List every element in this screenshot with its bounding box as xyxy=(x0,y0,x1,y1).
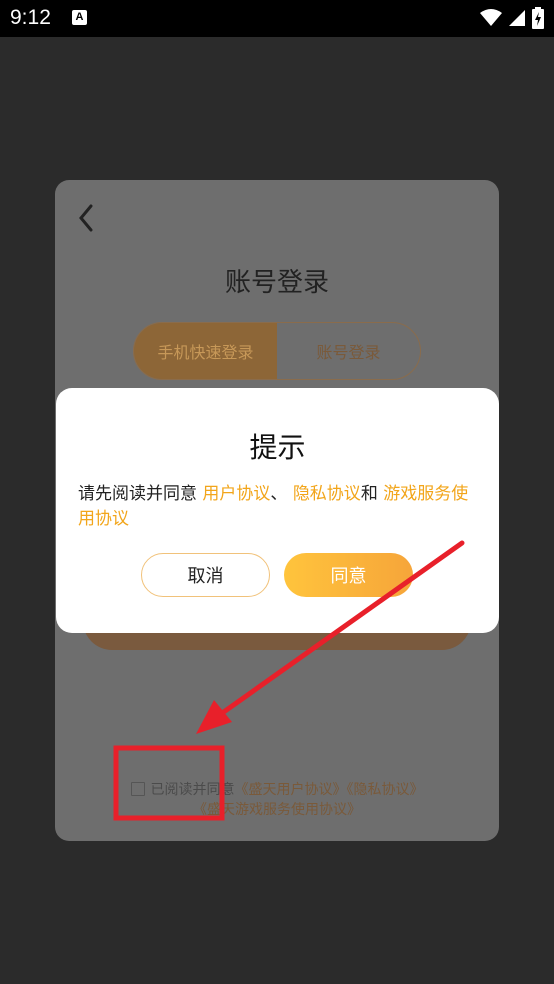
tab-phone-quick-login[interactable]: 手机快速登录 xyxy=(134,323,277,379)
dialog-link-privacy[interactable]: 隐私协议 xyxy=(293,484,361,504)
cancel-button[interactable]: 取消 xyxy=(141,553,270,597)
login-title: 账号登录 xyxy=(224,268,329,298)
dialog-sep-2: 和 xyxy=(360,484,384,504)
status-bar: 9:12 A xyxy=(0,0,554,37)
battery-charging-icon xyxy=(532,7,544,29)
dialog-body-prefix: 请先阅读并同意 xyxy=(78,484,203,504)
agree-button[interactable]: 同意 xyxy=(284,553,413,597)
dialog-link-user-agreement[interactable]: 用户协议 xyxy=(202,484,270,504)
agreement-link-service[interactable]: 《盛天游戏服务使用协议》 xyxy=(193,802,361,818)
prompt-dialog: 提示 请先阅读并同意 用户协议、 隐私协议和 游戏服务使用协议 取消 同意 xyxy=(56,388,499,633)
dialog-body: 请先阅读并同意 用户协议、 隐私协议和 游戏服务使用协议 xyxy=(78,482,483,532)
agreement-link-privacy[interactable]: 《隐私协议》 xyxy=(347,782,424,798)
agreement-link-user[interactable]: 《盛天用户协议》 xyxy=(235,782,347,798)
agreement-row: 已阅读并同意《盛天用户协议》《隐私协议》 《盛天游戏服务使用协议》 xyxy=(55,780,499,820)
agreement-checkbox[interactable] xyxy=(130,782,145,796)
login-tab-group: 手机快速登录 账号登录 xyxy=(133,322,421,380)
dialog-sep-1: 、 xyxy=(270,484,293,504)
status-time: 9:12 xyxy=(10,6,51,29)
tab-account-login[interactable]: 账号登录 xyxy=(277,323,420,379)
dialog-title: 提示 xyxy=(249,431,306,464)
accessibility-a-icon: A xyxy=(72,10,87,25)
wifi-icon xyxy=(480,9,502,26)
screen: 9:12 A 账号登录 手机快速登录 账号登录 已阅读并同意《盛天用户协议》《隐… xyxy=(0,0,554,984)
status-icons xyxy=(480,6,544,30)
cellular-signal-icon xyxy=(509,10,525,26)
agreement-prefix: 已阅读并同意 xyxy=(150,782,235,798)
back-arrow-icon[interactable] xyxy=(73,202,99,234)
